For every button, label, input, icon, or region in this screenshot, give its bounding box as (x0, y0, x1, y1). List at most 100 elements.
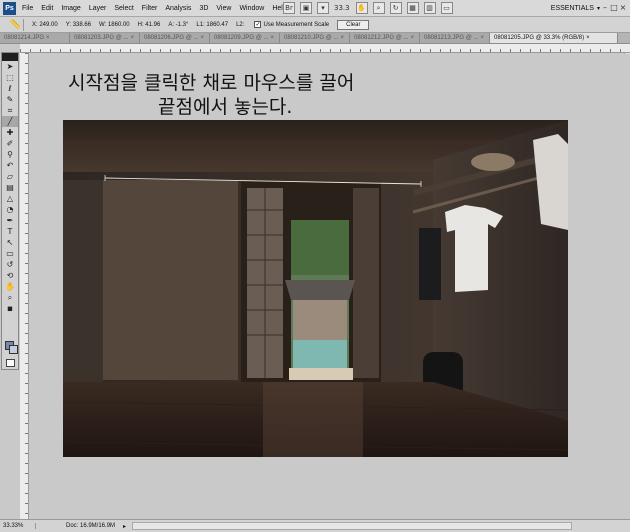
tab-document[interactable]: 08081214.JPG × (0, 33, 70, 43)
zoom-level[interactable]: 33.3 (334, 4, 350, 12)
zoom-tool-icon[interactable]: ⌕ (2, 292, 18, 303)
history-brush-tool-icon[interactable]: ↶ (2, 160, 18, 171)
menu-filter[interactable]: Filter (142, 5, 158, 12)
view-extras-icon[interactable]: ▾ (317, 2, 329, 14)
hand-tool-icon[interactable]: ✋ (2, 281, 18, 292)
close-icon[interactable]: × (619, 3, 627, 12)
workspace-switcher[interactable]: ESSENTIALS ▾ (551, 2, 600, 14)
status-menu-arrow-icon[interactable]: ▸ (123, 523, 126, 530)
menu-view[interactable]: View (216, 5, 231, 12)
shape-tool-icon[interactable]: ▭ (2, 248, 18, 259)
close-icon: × (410, 35, 414, 41)
arrange-documents-icon[interactable]: ▥ (423, 2, 436, 14)
close-icon: × (46, 35, 50, 41)
background-color-swatch[interactable] (9, 345, 18, 354)
document-tabs: 08081214.JPG × 08081203.JPG @ ... × 080812… (0, 33, 630, 44)
hand-tool-icon[interactable]: ✋ (355, 2, 368, 14)
tab-document[interactable]: 08081209.JPG @ ... × (210, 33, 280, 43)
quick-select-tool-icon[interactable]: ✎ (2, 94, 18, 105)
screen-mode-icon[interactable]: ▭ (440, 2, 453, 14)
tools-panel: ➤ ⬚ ℓ ✎ ⌗ ╱ ✚ ✐ ⚲ ↶ ▱ ▤ △ ◔ ✒ T ↖ ▭ ↺ ⟲ … (1, 52, 19, 370)
minimize-icon[interactable]: – (601, 3, 609, 12)
menu-select[interactable]: Select (114, 5, 133, 12)
dodge-tool-icon[interactable]: ◔ (2, 204, 18, 215)
eraser-tool-icon[interactable]: ▱ (2, 171, 18, 182)
caption-line-2: 끝점에서 놓는다. (158, 96, 293, 118)
menu-file[interactable]: File (22, 5, 33, 12)
close-icon: × (130, 35, 134, 41)
marquee-tool-icon[interactable]: ⬚ (2, 72, 18, 83)
path-selection-tool-icon[interactable]: ↖ (2, 237, 18, 248)
blur-tool-icon[interactable]: △ (2, 193, 18, 204)
outside-trees (291, 220, 349, 275)
workspace-label: ESSENTIALS (550, 4, 594, 12)
ruler-tool-icon[interactable]: 📏 (8, 18, 24, 31)
healing-brush-tool-icon[interactable]: ✚ (2, 127, 18, 138)
door-right (353, 188, 379, 378)
checkbox-icon: ✓ (254, 21, 262, 28)
tab-active-document[interactable]: 08081205.JPG @ 33.3% (RGB/8) × (490, 33, 618, 43)
panel-grip[interactable] (2, 53, 18, 61)
tab-document[interactable]: 08081210.JPG @ ... × (280, 33, 350, 43)
lasso-tool-icon[interactable]: ℓ (2, 83, 18, 94)
clone-stamp-tool-icon[interactable]: ⚲ (2, 149, 18, 160)
menu-3d[interactable]: 3D (199, 5, 208, 12)
rotate-view-icon[interactable]: ↻ (389, 2, 402, 14)
menu-analysis[interactable]: Analysis (165, 5, 191, 12)
quick-mask-icon[interactable] (6, 359, 15, 367)
angle-value: A: -1.3° (168, 21, 189, 28)
length1-value: L1: 1860.47 (196, 21, 229, 28)
bridge-icon[interactable]: Br (283, 2, 295, 14)
x-value: X: 249.00 (32, 21, 58, 28)
menu-edit[interactable]: Edit (41, 5, 53, 12)
caption-line-1: 시작점을 클릭한 채로 마우스를 끌어 (68, 72, 355, 94)
crop-tool-icon[interactable]: ⌗ (2, 105, 18, 116)
vertical-ruler[interactable] (20, 53, 29, 519)
main-menu: File Edit Image Layer Select Filter Anal… (22, 5, 295, 12)
dark-garment (419, 228, 441, 300)
default-colors-icon[interactable]: ◾ (2, 303, 18, 314)
clear-button[interactable]: Clear (337, 19, 370, 30)
tab-document[interactable]: 08081206.JPG @ ... × (140, 33, 210, 43)
tab-document[interactable]: 08081213.JPG @ ... × (420, 33, 490, 43)
document-size: Doc: 16.9M/16.9M (66, 523, 116, 529)
3d-orbit-tool-icon[interactable]: ⟲ (2, 270, 18, 281)
gradient-tool-icon[interactable]: ▤ (2, 182, 18, 193)
left-screen (63, 180, 103, 390)
outside-water (293, 340, 347, 368)
left-panel (93, 180, 238, 380)
brush-tool-icon[interactable]: ✐ (2, 138, 18, 149)
window-controls: – □ × (600, 3, 627, 12)
hat (471, 153, 515, 171)
status-bar: 33.33% Doc: 16.9M/16.9M ▸ (0, 519, 630, 532)
3d-rotate-tool-icon[interactable]: ↺ (2, 259, 18, 270)
ruler-tool-icon[interactable]: ╱ (2, 116, 18, 127)
width-value: W: 1860.00 (99, 21, 130, 28)
maximize-icon[interactable]: □ (610, 3, 618, 12)
use-measurement-scale-checkbox[interactable]: ✓ Use Measurement Scale (254, 21, 329, 28)
menu-window[interactable]: Window (239, 5, 264, 12)
pen-tool-icon[interactable]: ✒ (2, 215, 18, 226)
tab-document[interactable]: 08081203.JPG @ ... × (70, 33, 140, 43)
photoshop-logo: Ps (3, 1, 16, 15)
close-icon: × (480, 35, 484, 41)
type-tool-icon[interactable]: T (2, 226, 18, 237)
mini-bridge-icon[interactable]: ▣ (300, 2, 312, 14)
close-icon: × (270, 35, 274, 41)
menu-layer[interactable]: Layer (89, 5, 107, 12)
move-tool-icon[interactable]: ➤ (2, 61, 18, 72)
document-photo[interactable] (63, 120, 568, 457)
close-icon: × (586, 35, 590, 41)
horizontal-ruler[interactable] (20, 44, 630, 53)
length2-value: L2: (236, 21, 245, 28)
zoom-tool-icon[interactable]: ⌕ (372, 2, 385, 14)
close-icon: × (340, 35, 344, 41)
horizontal-scrollbar[interactable] (132, 522, 573, 530)
use-measurement-scale-label: Use Measurement Scale (263, 21, 330, 28)
outside-roof (285, 280, 355, 300)
floor-reflection (263, 382, 363, 457)
menu-image[interactable]: Image (61, 5, 80, 12)
tab-document[interactable]: 08081212.JPG @ ... × (350, 33, 420, 43)
grid-icon[interactable]: ▦ (406, 2, 419, 14)
status-zoom[interactable]: 33.33% (0, 523, 36, 529)
